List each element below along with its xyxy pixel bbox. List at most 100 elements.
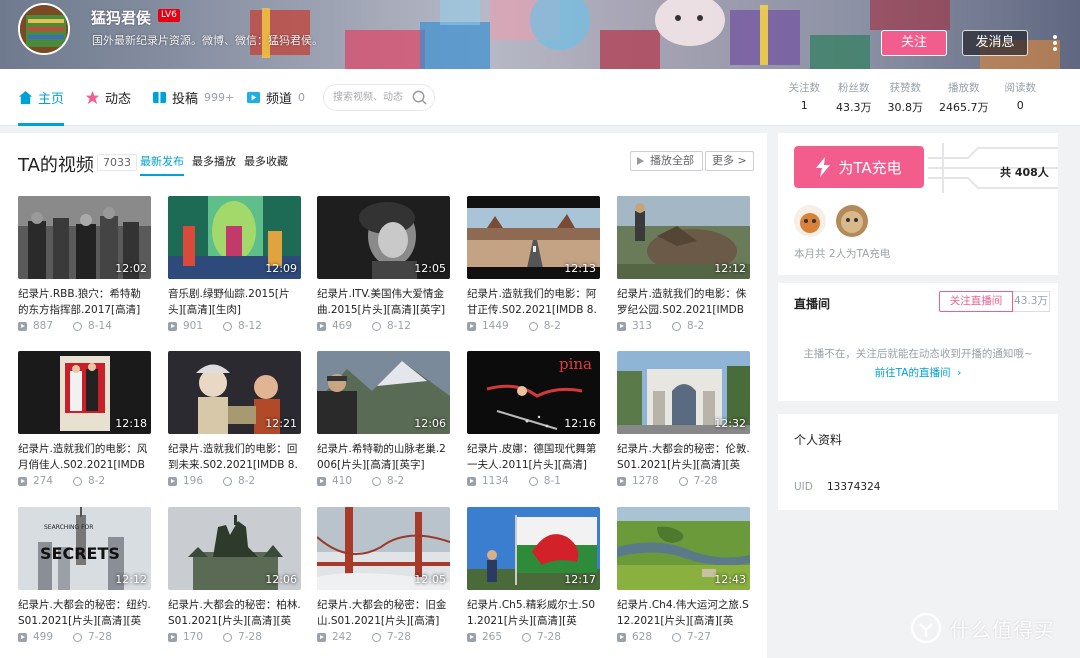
video-card[interactable]: SEARCHING FOR SECRETS 12:12 纪录片.大都会的秘密：纽约… xyxy=(18,507,151,657)
video-title[interactable]: 纪录片.大都会的秘密：柏林.S01.2021[片头][高清][英 xyxy=(168,597,301,629)
stat-following[interactable]: 关注数 1 xyxy=(781,80,829,115)
stat-fans[interactable]: 粉丝数 43.3万 xyxy=(828,80,880,115)
video-title[interactable]: 纪录片.造就我们的电影：侏罗纪公园.S02.2021[IMDB 8.4] xyxy=(617,286,750,318)
video-card[interactable]: 12:18 纪录片.造就我们的电影：风月俏佳人.S02.2021[IMDB 8.… xyxy=(18,351,151,501)
video-title[interactable]: 纪录片.Ch5.精彩威尔士.S01.2021[片头][高清][英 xyxy=(467,597,600,629)
video-meta: 242 7-28 xyxy=(317,631,450,643)
tab-channel[interactable]: 频道 0 xyxy=(246,69,305,126)
play-count: 242 xyxy=(332,631,353,643)
video-title[interactable]: 纪录片.大都会的秘密：伦敦.S01.2021[片头][高清][英 xyxy=(617,441,750,473)
video-card[interactable]: 12:05 纪录片.ITV.美国伟大爱情金曲.2015[片头][高清][英字] … xyxy=(317,196,450,346)
video-card[interactable]: 12:02 纪录片.RBB.狼穴：希特勒的东方指挥部.2017[高清][英字] … xyxy=(18,196,151,346)
video-duration: 12:02 xyxy=(115,262,147,275)
video-card[interactable]: 12:09 音乐剧.绿野仙踪.2015[片头][高清][生肉] 901 8-12 xyxy=(168,196,301,346)
video-card[interactable]: 12:05 纪录片.大都会的秘密：旧金山.S01.2021[片头][高清][英 … xyxy=(317,507,450,657)
video-card[interactable]: 12:06 纪录片.希特勒的山脉老巢.2006[片头][高清][英字] 410 8… xyxy=(317,351,450,501)
video-thumbnail: 12:09 xyxy=(168,196,301,279)
play-all-button[interactable]: 播放全部 xyxy=(630,151,703,171)
publish-date: 8-2 xyxy=(238,475,256,487)
video-card[interactable]: 12:12 纪录片.造就我们的电影：侏罗纪公园.S02.2021[IMDB 8.… xyxy=(617,196,750,346)
video-card[interactable]: 12:06 纪录片.大都会的秘密：柏林.S01.2021[片头][高清][英 1… xyxy=(168,507,301,657)
publish-date: 8-12 xyxy=(387,320,411,332)
play-count: 469 xyxy=(332,320,353,332)
video-duration: 12:17 xyxy=(564,573,596,586)
avatar[interactable] xyxy=(18,3,70,55)
play-count-icon xyxy=(317,476,326,486)
play-count-icon xyxy=(317,632,326,642)
video-title[interactable]: 纪录片.造就我们的电影：阿甘正传.S02.2021[IMDB 8.4][片 xyxy=(467,286,600,318)
live-room-link[interactable]: 前往TA的直播间 › xyxy=(778,365,1058,380)
clock-icon xyxy=(223,476,233,486)
video-title[interactable]: 纪录片.希特勒的山脉老巢.2006[片头][高清][英字] xyxy=(317,441,450,473)
stat-label: 播放数 xyxy=(948,82,980,94)
tab-upload[interactable]: 投稿 999+ xyxy=(152,69,234,126)
send-message-button[interactable]: 发消息 xyxy=(962,30,1028,56)
search-icon[interactable] xyxy=(411,89,428,106)
play-count: 170 xyxy=(183,631,204,643)
clock-icon xyxy=(73,321,83,331)
publish-date: 7-28 xyxy=(88,631,112,643)
publish-date: 7-28 xyxy=(387,631,411,643)
clock-icon xyxy=(372,632,382,642)
video-title[interactable]: 纪录片.ITV.美国伟大爱情金曲.2015[片头][高清][英字] xyxy=(317,286,450,318)
tab-most-played[interactable]: 最多播放 xyxy=(192,153,236,174)
more-options-icon[interactable] xyxy=(1050,34,1060,52)
charger-avatar[interactable] xyxy=(836,205,868,237)
video-thumbnail: 12:18 xyxy=(18,351,151,434)
video-title[interactable]: 纪录片.大都会的秘密：纽约.S01.2021[片头][高清][英 xyxy=(18,597,151,629)
search-input[interactable] xyxy=(333,85,413,110)
play-count: 196 xyxy=(183,475,204,487)
follow-button[interactable]: 关注 xyxy=(881,30,947,56)
charge-total: 共 408人 xyxy=(1000,166,1049,179)
video-card[interactable]: 12:13 纪录片.造就我们的电影：阿甘正传.S02.2021[IMDB 8.4… xyxy=(467,196,600,346)
video-duration: 12:06 xyxy=(414,417,446,430)
video-card[interactable]: pina 12:16 纪录片.皮娜：德国现代舞第一夫人.2011[片头][高清]… xyxy=(467,351,600,501)
video-card[interactable]: 12:17 纪录片.Ch5.精彩威尔士.S01.2021[片头][高清][英 2… xyxy=(467,507,600,657)
channel-icon xyxy=(246,91,261,104)
live-title: 直播间 xyxy=(794,297,831,311)
video-card[interactable]: 12:32 纪录片.大都会的秘密：伦敦.S01.2021[片头][高清][英 1… xyxy=(617,351,750,501)
video-card[interactable]: 12:21 纪录片.造就我们的电影：回到未来.S02.2021[IMDB 8.4… xyxy=(168,351,301,501)
video-title[interactable]: 纪录片.RBB.狼穴：希特勒的东方指挥部.2017[高清][英字] xyxy=(18,286,151,318)
charge-note: 本月共 2人为TA充电 xyxy=(794,248,891,260)
tab-latest[interactable]: 最新发布 xyxy=(140,153,184,176)
video-title[interactable]: 纪录片.造就我们的电影：风月俏佳人.S02.2021[IMDB 8.4] xyxy=(18,441,151,473)
follow-live-button[interactable]: 关注直播间 xyxy=(939,291,1013,312)
video-thumbnail: pina 12:16 xyxy=(467,351,600,434)
tab-home[interactable]: 主页 xyxy=(18,69,65,126)
video-title[interactable]: 纪录片.皮娜：德国现代舞第一夫人.2011[片头][高清][英字] xyxy=(467,441,600,473)
play-count-icon xyxy=(617,321,626,331)
profile-panel: 个人资料 UID 13374324 xyxy=(778,414,1058,510)
publish-date: 7-28 xyxy=(537,631,561,643)
video-duration: 12:16 xyxy=(564,417,596,430)
chevron-right-icon: > xyxy=(737,154,747,167)
level-badge: LV6 xyxy=(158,9,180,22)
tab-dynamic[interactable]: 动态 xyxy=(85,69,131,126)
video-duration: 12:32 xyxy=(714,417,746,430)
clock-icon xyxy=(528,476,538,486)
charge-panel: 为TA充电 共 408人 本月共 2人为TA充电 xyxy=(778,133,1058,275)
video-title[interactable]: 纪录片.大都会的秘密：旧金山.S01.2021[片头][高清][英 xyxy=(317,597,450,629)
video-title[interactable]: 纪录片.Ch4.伟大运河之旅.S12.2021[片头][高清][英 xyxy=(617,597,750,629)
more-button[interactable]: 更多 > xyxy=(705,151,754,171)
clock-icon xyxy=(528,321,538,331)
charge-button[interactable]: 为TA充电 xyxy=(794,146,924,188)
video-title[interactable]: 纪录片.造就我们的电影：回到未来.S02.2021[IMDB 8.4][片 xyxy=(168,441,301,473)
video-thumbnail: 12:12 xyxy=(617,196,750,279)
play-count: 901 xyxy=(183,320,204,332)
video-title[interactable]: 音乐剧.绿野仙踪.2015[片头][高清][生肉] xyxy=(168,286,301,318)
watermark-text: 什么值得买 xyxy=(950,617,1055,642)
tab-channel-label: 频道 xyxy=(266,92,293,107)
user-signature: 国外最新纪录片资源。微博、微信：猛犸君侯。 xyxy=(92,34,323,47)
clock-icon xyxy=(672,321,682,331)
clock-icon xyxy=(372,476,382,486)
video-thumbnail: 12:43 xyxy=(617,507,750,590)
video-thumbnail: 12:05 xyxy=(317,196,450,279)
charger-avatar[interactable] xyxy=(794,205,826,237)
videos-title: TA的视频 xyxy=(18,155,94,176)
play-count: 313 xyxy=(632,320,653,332)
video-card[interactable]: 12:43 纪录片.Ch4.伟大运河之旅.S12.2021[片头][高清][英 … xyxy=(617,507,750,657)
publish-date: 8-12 xyxy=(238,320,262,332)
tab-most-favorited[interactable]: 最多收藏 xyxy=(244,153,288,174)
play-count-icon xyxy=(467,321,476,331)
